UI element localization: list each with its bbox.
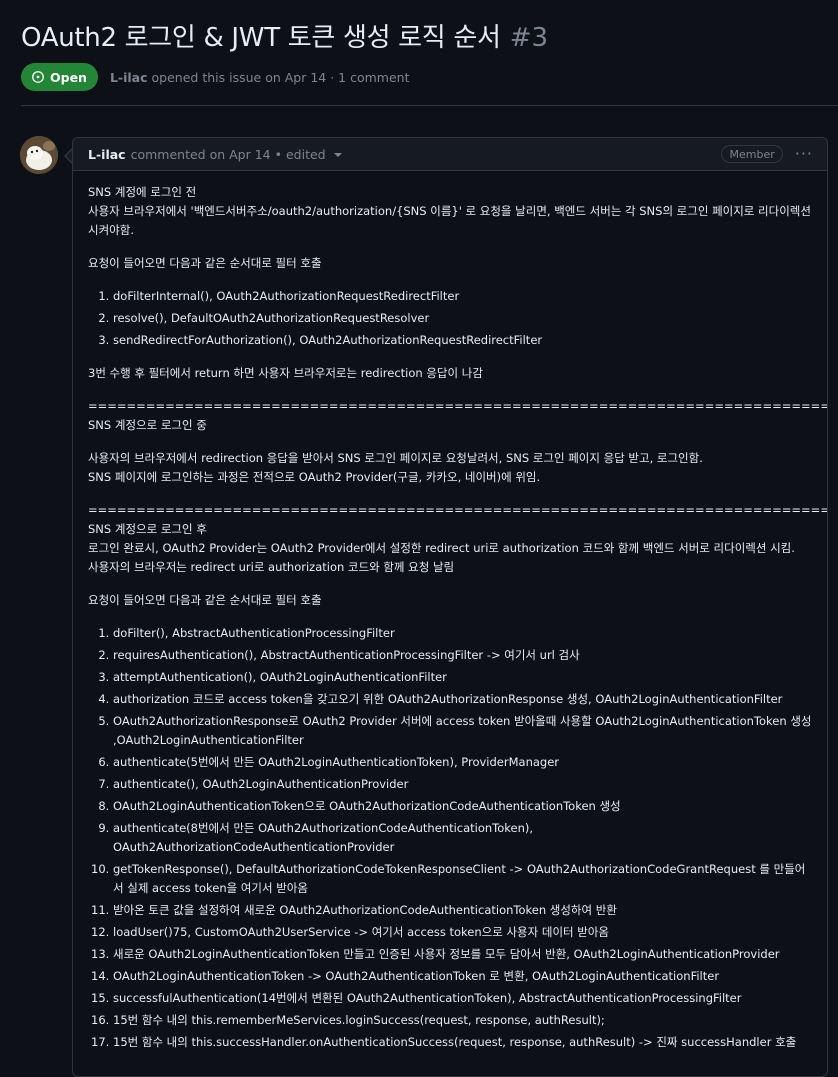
paragraph-text: 사용자 브라우저에서 '백엔드서버주소/oauth2/authorization… [88, 204, 811, 237]
header-divider [21, 105, 838, 106]
list-item: authenticate(8번에서 만든 OAuth2Authorization… [113, 819, 812, 857]
section-title: SNS 계정으로 로그인 중 [88, 418, 207, 432]
paragraph-line: SNS 페이지에 로그인하는 과정은 전적으로 OAuth2 Provider(… [88, 470, 541, 484]
list-item: 새로운 OAuth2LoginAuthenticationToken 만들고 인… [113, 945, 812, 964]
paragraph-text: 3번 수행 후 필터에서 return 하면 사용자 브라우저로는 redire… [88, 366, 483, 380]
list-item: requiresAuthentication(), AbstractAuthen… [113, 646, 812, 665]
issue-number: #3 [509, 23, 549, 53]
list-item: authorization 코드로 access token을 갖고오기 위한 … [113, 690, 812, 709]
paragraph-line: 로그인 완료시, OAuth2 Provider는 OAuth2 Provide… [88, 541, 795, 555]
issue-author-link[interactable]: L-ilac [110, 70, 148, 85]
issue-meta: Open L-ilac opened this issue on Apr 14 … [21, 63, 409, 91]
comment-author-link[interactable]: L-ilac [88, 147, 126, 162]
issue-opened-icon [32, 71, 44, 83]
status-badge: Open [21, 63, 98, 91]
avatar-image [20, 136, 58, 174]
section-title: SNS 계정에 로그인 전 [88, 185, 197, 199]
list-item: OAuth2LoginAuthenticationToken -> OAuth2… [113, 967, 812, 986]
comment-header: L-ilac commented on Apr 14 • edited Memb… [73, 138, 827, 171]
separator-text: ========================================… [88, 503, 828, 517]
list-item: attemptAuthentication(), OAuth2LoginAuth… [113, 668, 812, 687]
list-item: OAuth2AuthorizationResponse로 OAuth2 Prov… [113, 712, 812, 750]
paragraph-line: 사용자의 브라우저는 redirect uri로 authorization 코… [88, 560, 455, 574]
status-label: Open [50, 69, 87, 85]
paragraph-text: 사용자의 브라우저에서 redirection 응답을 받아서 SNS 로그인 … [88, 449, 812, 487]
list-item: 받아온 토큰 값을 설정하여 새로운 OAuth2AuthorizationCo… [113, 901, 812, 920]
list-item: doFilter(), AbstractAuthenticationProces… [113, 624, 812, 643]
list-item: successfulAuthentication(14번에서 변환된 OAuth… [113, 989, 812, 1008]
list-item: getTokenResponse(), DefaultAuthorization… [113, 860, 812, 898]
separator-text: ========================================… [88, 399, 828, 413]
section-before-login: SNS 계정에 로그인 전 사용자 브라우저에서 '백엔드서버주소/oauth2… [88, 183, 812, 240]
comment-box: L-ilac commented on Apr 14 • edited Memb… [72, 137, 828, 1077]
list-item: 15번 함수 내의 this.rememberMeServices.loginS… [113, 1011, 812, 1030]
list-item: loadUser()75, CustomOAuth2UserService ->… [113, 923, 812, 942]
edited-label: • edited [274, 146, 326, 162]
edited-dropdown[interactable]: • edited [275, 147, 342, 162]
paragraph-line: 사용자의 브라우저에서 redirection 응답을 받아서 SNS 로그인 … [88, 451, 703, 465]
section-during-login: ========================================… [88, 397, 827, 435]
filter-list-2: doFilter(), AbstractAuthenticationProces… [88, 624, 812, 1052]
list-item: sendRedirectForAuthorization(), OAuth2Au… [113, 331, 812, 350]
issue-title: OAuth2 로그인 & JWT 토큰 생성 로직 순서 [21, 23, 501, 53]
list-item: authenticate(), OAuth2LoginAuthenticatio… [113, 775, 812, 794]
filter-list-1: doFilterInternal(), OAuth2AuthorizationR… [88, 287, 812, 350]
issue-title-row: OAuth2 로그인 & JWT 토큰 생성 로직 순서 #3 [21, 17, 828, 54]
list-item: OAuth2LoginAuthenticationToken으로 OAuth2A… [113, 797, 812, 816]
paragraph-text: 요청이 들어오면 다음과 같은 순서대로 필터 호출 [88, 256, 322, 270]
kebab-horizontal-icon[interactable]: ··· [795, 146, 813, 162]
role-badge: Member [721, 145, 783, 163]
list-item: resolve(), DefaultOAuth2AuthorizationReq… [113, 309, 812, 328]
comment-timestamp[interactable]: commented on Apr 14 [131, 147, 271, 162]
issue-opened-text: opened this issue on Apr 14 · 1 comment [151, 69, 410, 85]
list-item: doFilterInternal(), OAuth2AuthorizationR… [113, 287, 812, 306]
list-item: 15번 함수 내의 this.successHandler.onAuthenti… [113, 1033, 812, 1052]
list-item: authenticate(5번에서 만든 OAuth2LoginAuthenti… [113, 753, 812, 772]
paragraph-text: 요청이 들어오면 다음과 같은 순서대로 필터 호출 [88, 593, 322, 607]
caret-down-icon [333, 153, 342, 157]
avatar[interactable] [20, 136, 58, 174]
section-title: SNS 계정으로 로그인 후 [88, 522, 207, 536]
section-after-login: ========================================… [88, 501, 827, 577]
comment-body: SNS 계정에 로그인 전 사용자 브라우저에서 '백엔드서버주소/oauth2… [73, 171, 827, 1052]
